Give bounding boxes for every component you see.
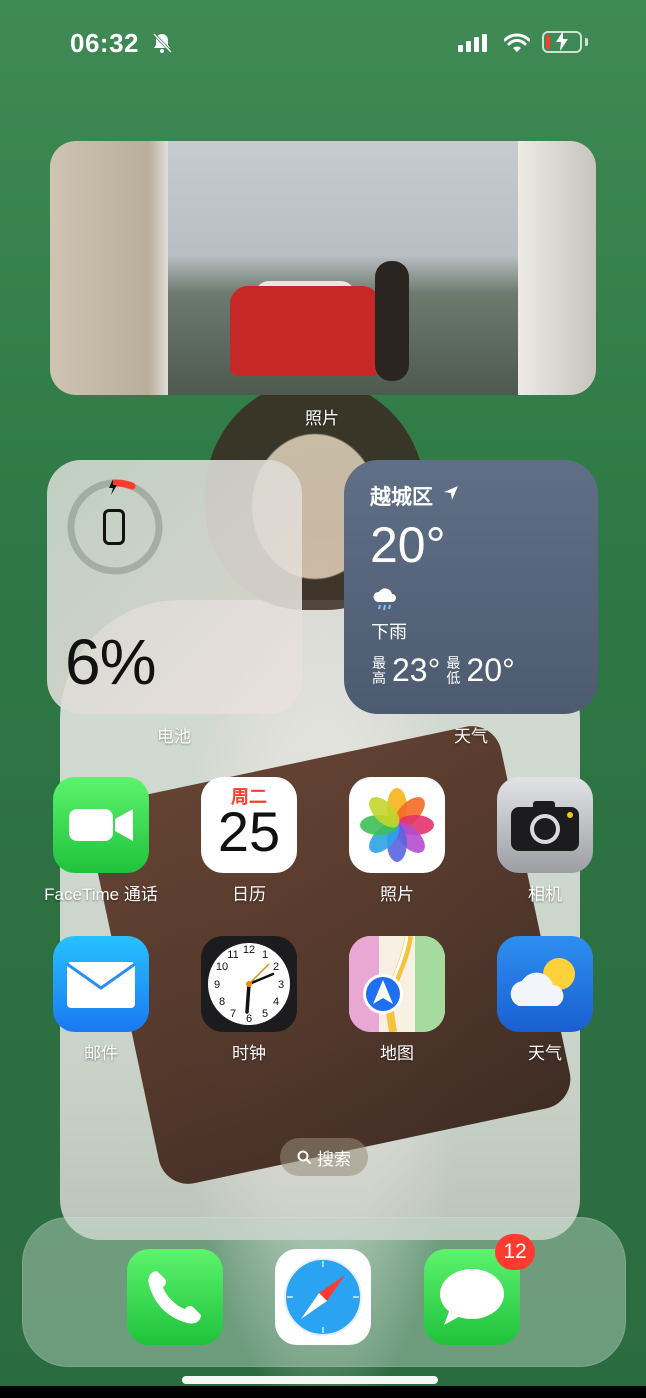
search-icon — [297, 1150, 311, 1164]
svg-text:1: 1 — [262, 949, 268, 961]
app-calendar-label: 日历 — [232, 885, 266, 904]
iphone-icon — [103, 509, 125, 545]
app-facetime[interactable] — [53, 777, 149, 873]
weather-high-label: 最高 — [372, 654, 386, 686]
photos-widget[interactable] — [50, 141, 596, 395]
map-arrow-icon — [349, 936, 445, 1032]
app-facetime-label: FaceTime 通话 — [44, 885, 158, 904]
photos-widget-label: 照片 — [305, 409, 339, 428]
svg-text:8: 8 — [219, 996, 225, 1008]
weather-condition: 下雨 — [371, 622, 407, 642]
app-photos-label: 照片 — [380, 885, 414, 904]
photos-flower-icon — [360, 788, 434, 862]
app-clock[interactable]: 12 1 2 345 678 9 10 11 — [201, 936, 297, 1032]
video-camera-icon — [69, 809, 133, 841]
svg-text:6: 6 — [246, 1013, 252, 1025]
svg-text:11: 11 — [227, 949, 238, 961]
weather-high-low: 最高 23° 最低 20° — [372, 652, 515, 689]
svg-text:9: 9 — [214, 979, 220, 991]
battery-charging-icon — [556, 31, 568, 51]
app-clock-label: 时钟 — [232, 1044, 266, 1063]
app-camera[interactable] — [497, 777, 593, 873]
envelope-icon — [66, 962, 136, 1008]
dock-app-phone[interactable] — [127, 1249, 223, 1345]
app-mail[interactable] — [53, 936, 149, 1032]
search-pill[interactable]: 搜索 — [280, 1138, 368, 1176]
app-camera-label: 相机 — [528, 885, 562, 904]
photo-person — [375, 261, 409, 381]
app-weather-label: 天气 — [528, 1044, 562, 1063]
photo-red-car — [230, 286, 380, 376]
compass-icon — [284, 1258, 362, 1336]
app-calendar[interactable]: 周二 25 — [201, 777, 297, 873]
svg-text:4: 4 — [273, 996, 279, 1008]
wifi-icon — [504, 33, 530, 52]
battery-indicator — [542, 31, 582, 53]
sun-cloud-icon — [510, 958, 575, 1006]
svg-text:2: 2 — [273, 961, 279, 973]
battery-widget-label: 电池 — [157, 727, 191, 746]
rain-cloud-icon — [373, 588, 396, 611]
battery-tip — [585, 38, 588, 46]
calendar-date: 25 — [217, 800, 281, 863]
svg-text:3: 3 — [278, 979, 284, 991]
clock-icon: 12 12 345 678 91011 — [208, 943, 290, 1025]
weather-city: 越城区 — [370, 486, 433, 509]
camera-icon — [511, 801, 579, 851]
app-weather[interactable] — [497, 936, 593, 1032]
app-mail-label: 邮件 — [84, 1044, 118, 1063]
weather-low-temp: 20° — [466, 652, 515, 688]
weather-temperature: 20° — [370, 517, 446, 573]
app-maps[interactable] — [349, 936, 445, 1032]
weather-low-label: 最低 — [446, 654, 461, 686]
app-maps-label: 地图 — [380, 1044, 414, 1063]
search-label: 搜索 — [317, 1149, 351, 1169]
phone-handset-icon — [148, 1271, 201, 1324]
dock-app-safari[interactable] — [275, 1249, 371, 1345]
signal-icon — [458, 34, 487, 52]
home-indicator[interactable] — [182, 1376, 438, 1384]
location-arrow-icon — [444, 486, 458, 500]
status-time: 06:32 — [70, 28, 139, 58]
svg-text:10: 10 — [216, 961, 228, 973]
app-photos[interactable] — [349, 777, 445, 873]
weather-widget-label: 天气 — [454, 727, 488, 746]
svg-text:12: 12 — [243, 944, 255, 956]
weather-high-temp: 23° — [392, 652, 441, 688]
bell-slash-icon — [152, 32, 173, 54]
svg-text:7: 7 — [230, 1008, 236, 1020]
messages-badge: 12 — [495, 1234, 535, 1270]
battery-percentage: 6% — [65, 626, 156, 698]
svg-text:5: 5 — [262, 1008, 268, 1020]
